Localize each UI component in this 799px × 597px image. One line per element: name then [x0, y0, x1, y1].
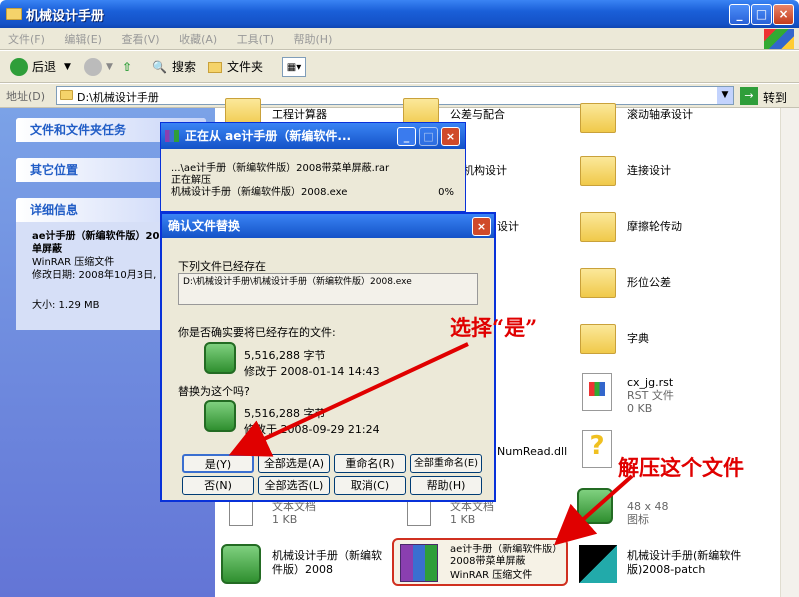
arrow-to-rar: [554, 474, 634, 546]
annotation-arrows: [228, 342, 634, 546]
arrow-to-yes: [228, 342, 469, 457]
